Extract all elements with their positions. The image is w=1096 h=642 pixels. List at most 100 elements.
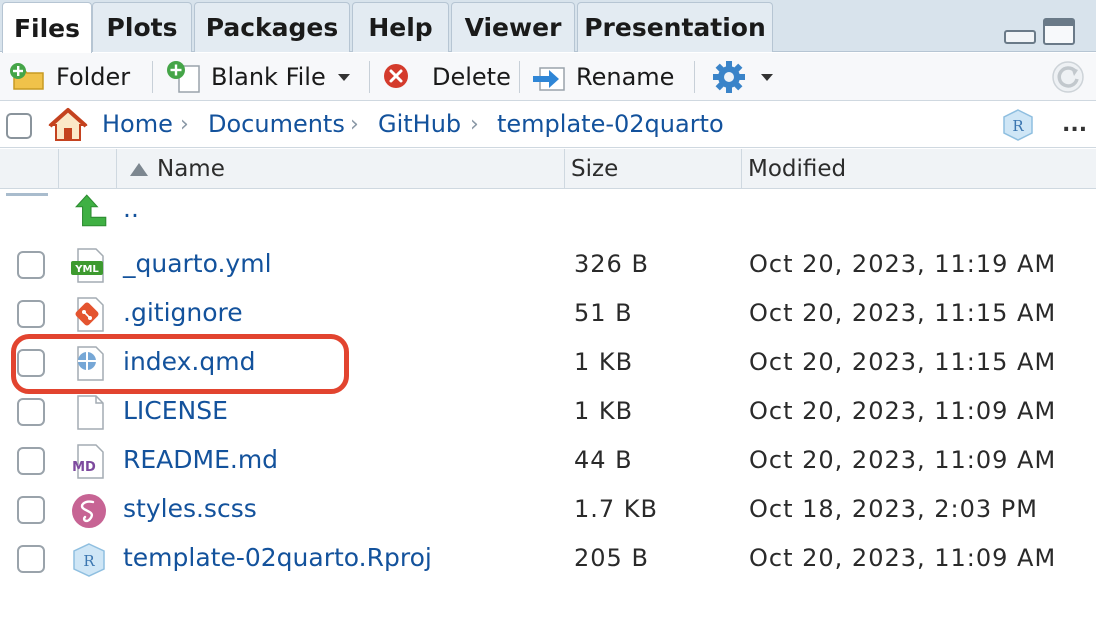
file-size: 205 B bbox=[574, 544, 649, 572]
new-blank-file-icon bbox=[167, 61, 200, 93]
breadcrumb-template-02quarto[interactable]: template-02quarto bbox=[497, 110, 724, 138]
breadcrumb-home[interactable]: Home bbox=[102, 110, 173, 138]
file-checkbox[interactable] bbox=[17, 300, 45, 328]
blank-file-icon bbox=[77, 395, 104, 430]
rproj-file-icon: R bbox=[73, 543, 105, 577]
more-actions-button[interactable] bbox=[711, 53, 773, 101]
file-row[interactable]: styles.scss 1.7 KB Oct 18, 2023, 2:03 PM bbox=[0, 486, 1096, 535]
tab-label: Presentation bbox=[584, 13, 766, 42]
file-name-link[interactable]: template-02quarto.Rproj bbox=[123, 543, 432, 572]
markdown-file-icon: MD bbox=[72, 444, 104, 479]
chevron-down-icon bbox=[761, 73, 773, 81]
file-modified: Oct 18, 2023, 2:03 PM bbox=[749, 495, 1038, 523]
home-icon[interactable] bbox=[48, 107, 88, 143]
column-modified-label: Modified bbox=[748, 156, 847, 182]
delete-icon bbox=[384, 64, 408, 88]
column-modified-header[interactable]: Modified bbox=[748, 149, 846, 189]
tab-packages[interactable]: Packages bbox=[194, 2, 350, 52]
file-modified: Oct 20, 2023, 11:15 AM bbox=[749, 299, 1057, 327]
files-toolbar: Folder Blank File Delete Rename bbox=[0, 53, 1096, 101]
refresh-button[interactable] bbox=[1050, 53, 1086, 101]
column-size-label: Size bbox=[571, 156, 619, 182]
tab-presentation[interactable]: Presentation bbox=[577, 2, 773, 52]
file-size: 51 B bbox=[574, 299, 633, 327]
up-arrow-icon bbox=[75, 194, 107, 227]
sass-file-icon bbox=[72, 494, 106, 528]
column-name-header[interactable]: Name bbox=[130, 149, 225, 189]
sort-ascending-icon bbox=[130, 162, 148, 176]
file-name-link[interactable]: styles.scss bbox=[123, 494, 257, 523]
parent-directory-row[interactable]: .. bbox=[0, 190, 1096, 239]
column-name-label: Name bbox=[157, 156, 225, 182]
tab-help[interactable]: Help bbox=[352, 2, 449, 52]
tab-label: Files bbox=[13, 13, 81, 43]
file-size: 1.7 KB bbox=[574, 495, 658, 523]
tab-label: Plots bbox=[106, 13, 178, 42]
file-size: 44 B bbox=[574, 446, 633, 474]
new-folder-icon bbox=[10, 63, 44, 90]
file-name-link[interactable]: _quarto.yml bbox=[123, 249, 272, 278]
rproject-icon[interactable]: R bbox=[1000, 107, 1036, 143]
file-row[interactable]: YML _quarto.yml 326 B Oct 20, 2023, 11:1… bbox=[0, 241, 1096, 290]
file-checkbox[interactable] bbox=[17, 545, 45, 573]
svg-text:R: R bbox=[83, 552, 95, 570]
new-blank-file-button[interactable]: Blank File bbox=[165, 53, 350, 101]
file-modified: Oct 20, 2023, 11:09 AM bbox=[749, 397, 1057, 425]
file-row[interactable]: LICENSE 1 KB Oct 20, 2023, 11:09 AM bbox=[0, 388, 1096, 437]
file-name-link[interactable]: index.qmd bbox=[123, 347, 255, 376]
file-row[interactable]: R template-02quarto.Rproj 205 B Oct 20, … bbox=[0, 535, 1096, 584]
rename-button[interactable]: Rename bbox=[530, 53, 674, 101]
svg-text:YML: YML bbox=[74, 264, 99, 275]
file-list-header: Name Size Modified bbox=[0, 149, 1096, 189]
minimize-pane-button[interactable] bbox=[1004, 30, 1036, 44]
delete-label: Delete bbox=[432, 63, 511, 91]
file-checkbox[interactable] bbox=[17, 447, 45, 475]
file-modified: Oct 20, 2023, 11:19 AM bbox=[749, 250, 1057, 278]
delete-button[interactable]: Delete bbox=[382, 53, 511, 101]
select-all-checkbox[interactable] bbox=[6, 113, 32, 139]
file-modified: Oct 20, 2023, 11:15 AM bbox=[749, 348, 1057, 376]
breadcrumb-separator: › bbox=[470, 112, 479, 137]
new-folder-label: Folder bbox=[56, 63, 131, 91]
file-row[interactable]: MD README.md 44 B Oct 20, 2023, 11:09 AM bbox=[0, 437, 1096, 486]
file-size: 326 B bbox=[574, 250, 649, 278]
column-size-header[interactable]: Size bbox=[571, 149, 618, 189]
new-folder-button[interactable]: Folder bbox=[8, 53, 130, 101]
breadcrumb: Home › Documents › GitHub › template-02q… bbox=[0, 102, 1096, 148]
file-size: 1 KB bbox=[574, 397, 634, 425]
pane-tab-bar: Files Plots Packages Help Viewer Present… bbox=[0, 0, 1096, 53]
new-blank-file-label: Blank File bbox=[211, 63, 326, 91]
file-checkbox[interactable] bbox=[17, 251, 45, 279]
git-file-icon bbox=[75, 297, 104, 332]
quarto-file-icon bbox=[77, 346, 104, 381]
tab-plots[interactable]: Plots bbox=[92, 2, 192, 52]
svg-text:R: R bbox=[1012, 117, 1024, 135]
file-modified: Oct 20, 2023, 11:09 AM bbox=[749, 544, 1057, 572]
file-checkbox[interactable] bbox=[17, 496, 45, 524]
tab-label: Packages bbox=[205, 13, 339, 42]
yml-file-icon: YML bbox=[71, 248, 104, 283]
file-checkbox[interactable] bbox=[17, 349, 45, 377]
tab-viewer[interactable]: Viewer bbox=[451, 2, 575, 52]
breadcrumb-separator: › bbox=[180, 112, 189, 137]
file-row[interactable]: .gitignore 51 B Oct 20, 2023, 11:15 AM bbox=[0, 290, 1096, 339]
parent-directory-link[interactable]: .. bbox=[123, 194, 139, 223]
tab-label: Viewer bbox=[464, 13, 562, 42]
breadcrumb-documents[interactable]: Documents bbox=[208, 110, 345, 138]
rename-icon bbox=[533, 67, 565, 91]
gear-icon bbox=[713, 61, 745, 93]
svg-text:MD: MD bbox=[72, 460, 96, 475]
file-modified: Oct 20, 2023, 11:09 AM bbox=[749, 446, 1057, 474]
breadcrumb-separator: › bbox=[350, 112, 359, 137]
file-name-link[interactable]: README.md bbox=[123, 445, 278, 474]
tab-files[interactable]: Files bbox=[2, 2, 92, 53]
more-options-button[interactable]: ... bbox=[1062, 112, 1087, 137]
file-size: 1 KB bbox=[574, 348, 634, 376]
maximize-pane-button[interactable] bbox=[1043, 18, 1075, 45]
refresh-icon bbox=[1052, 61, 1084, 93]
file-row[interactable]: index.qmd 1 KB Oct 20, 2023, 11:15 AM bbox=[0, 339, 1096, 388]
file-name-link[interactable]: .gitignore bbox=[123, 298, 243, 327]
file-checkbox[interactable] bbox=[17, 398, 45, 426]
file-name-link[interactable]: LICENSE bbox=[123, 396, 228, 425]
breadcrumb-github[interactable]: GitHub bbox=[378, 110, 461, 138]
